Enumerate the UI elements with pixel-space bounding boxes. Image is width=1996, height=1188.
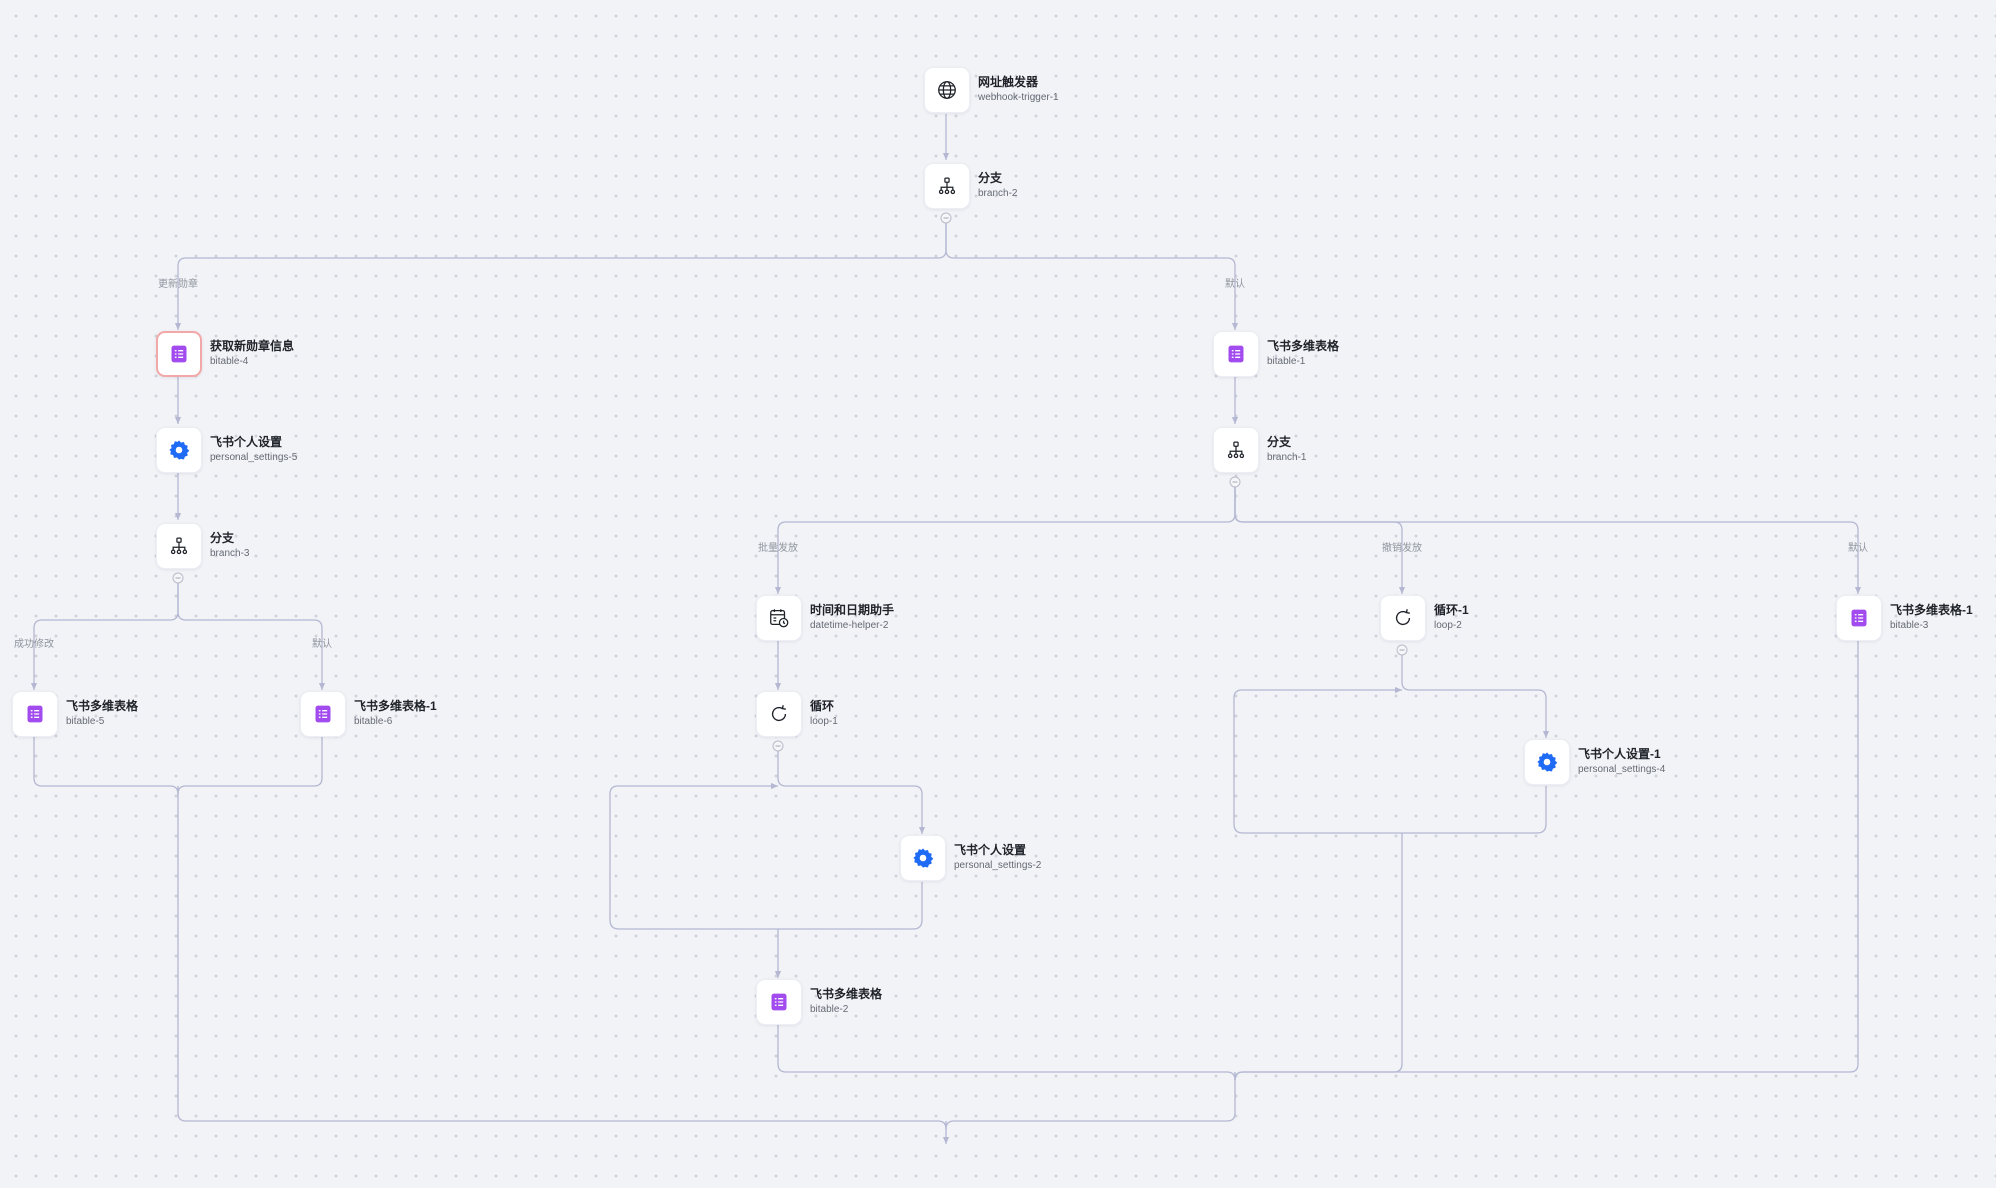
node-subtitle: bitable-5 — [66, 716, 105, 727]
bitable-icon — [12, 691, 58, 737]
node-title: 时间和日期助手 — [810, 603, 895, 617]
collapse-toggle-branch2[interactable] — [940, 212, 952, 224]
edge-bitable5-merge — [33, 736, 179, 795]
node-subtitle: bitable-4 — [210, 356, 249, 367]
collapse-toggle-branch1[interactable] — [1229, 476, 1241, 488]
edge-label-revoke-issue: 撤销发放 — [1382, 543, 1422, 554]
edge-right-down — [945, 1072, 1236, 1130]
edge-bitable2-merge — [777, 1024, 1236, 1081]
edge-loop2-return — [1233, 686, 1547, 834]
loop-icon — [756, 691, 802, 737]
node-title: 飞书个人设置 — [210, 435, 283, 449]
node-bitable-2[interactable]: 飞书多维表格 bitable-2 — [756, 979, 1086, 1027]
calendar-clock-icon — [756, 595, 802, 641]
node-subtitle: personal_settings-2 — [954, 860, 1042, 871]
bitable-icon — [1213, 331, 1259, 377]
edge-branch1-mid — [1234, 486, 1406, 594]
node-subtitle: loop-1 — [810, 716, 838, 727]
node-subtitle: bitable-6 — [354, 716, 393, 727]
gear-icon — [900, 835, 946, 881]
node-bitable-6[interactable]: 飞书多维表格-1 bitable-6 — [300, 691, 630, 739]
node-personal_settings-2[interactable]: 飞书个人设置 personal_settings-2 — [900, 835, 1230, 883]
bitable-icon — [756, 979, 802, 1025]
node-title: 获取新勋章信息 — [210, 339, 295, 353]
node-title: 飞书个人设置-1 — [1578, 747, 1661, 761]
node-title: 飞书多维表格 — [1267, 339, 1340, 353]
gear-icon — [1524, 739, 1570, 785]
node-subtitle: bitable-3 — [1890, 620, 1929, 631]
node-bitable-4[interactable]: 获取新勋章信息 bitable-4 — [156, 331, 486, 379]
node-subtitle: bitable-2 — [810, 1004, 849, 1015]
node-subtitle: personal_settings-5 — [210, 452, 298, 463]
node-bitable-5[interactable]: 飞书多维表格 bitable-5 — [12, 691, 342, 739]
node-branch-1[interactable]: 分支 branch-1 — [1213, 427, 1543, 475]
node-bitable-1[interactable]: 飞书多维表格 bitable-1 — [1213, 331, 1543, 379]
node-title: 飞书个人设置 — [954, 843, 1027, 857]
edge-branch1-left — [774, 486, 1236, 594]
node-subtitle: bitable-1 — [1267, 356, 1306, 367]
node-subtitle: branch-2 — [978, 188, 1018, 199]
edge-label-update-badge: 更新勋章 — [158, 279, 198, 290]
edge-loop2-merge — [1234, 833, 1403, 1081]
node-loop-1[interactable]: 循环 loop-1 — [756, 691, 1086, 739]
branch-icon — [924, 163, 970, 209]
edge-branch2-right — [945, 218, 1239, 330]
node-personal_settings-4[interactable]: 飞书个人设置-1 personal_settings-4 — [1524, 739, 1854, 787]
edge-loop1-body — [777, 750, 926, 834]
node-personal_settings-5[interactable]: 飞书个人设置 personal_settings-5 — [156, 427, 486, 475]
edge-bitable6-merge — [177, 736, 323, 795]
globe-icon — [924, 67, 970, 113]
node-webhook-trigger-1[interactable]: 网址触发器 webhook-trigger-1 — [924, 67, 1254, 115]
edge-label-default-top: 默认 — [1225, 279, 1245, 290]
node-subtitle: datetime-helper-2 — [810, 620, 889, 631]
node-bitable-3[interactable]: 飞书多维表格-1 bitable-3 — [1836, 595, 1991, 643]
node-title: 循环 — [810, 699, 835, 713]
bitable-icon — [1836, 595, 1882, 641]
node-title: 循环-1 — [1434, 603, 1469, 617]
edge-label-default-branch3: 默认 — [312, 639, 332, 650]
node-subtitle: branch-1 — [1267, 452, 1307, 463]
node-subtitle: branch-3 — [210, 548, 250, 559]
node-datetime-helper-2[interactable]: 时间和日期助手 datetime-helper-2 — [756, 595, 1086, 643]
node-title: 飞书多维表格 — [66, 699, 139, 713]
edge-loop2-body — [1401, 654, 1550, 738]
node-subtitle: loop-2 — [1434, 620, 1462, 631]
node-title: 分支 — [1267, 435, 1292, 449]
edge-branch1-right — [1234, 486, 1862, 594]
collapse-toggle-loop1[interactable] — [772, 740, 784, 752]
node-subtitle: webhook-trigger-1 — [978, 92, 1059, 103]
node-title: 分支 — [978, 171, 1003, 185]
edge-branch2-left — [174, 218, 947, 330]
edge-label-default-branch1: 默认 — [1848, 543, 1868, 554]
bitable-icon — [300, 691, 346, 737]
node-title: 飞书多维表格 — [810, 987, 883, 1001]
loop-icon — [1380, 595, 1426, 641]
collapse-toggle-branch3[interactable] — [172, 572, 184, 584]
node-subtitle: personal_settings-4 — [1578, 764, 1666, 775]
node-branch-2[interactable]: 分支 branch-2 — [924, 163, 1254, 211]
edge-branch3-right — [177, 582, 326, 690]
edge-left-down — [177, 786, 947, 1130]
collapse-toggle-loop2[interactable] — [1396, 644, 1408, 656]
branch-icon — [156, 523, 202, 569]
edge-label-success: 成功修改 — [14, 639, 54, 650]
node-title: 分支 — [210, 531, 235, 545]
branch-icon — [1213, 427, 1259, 473]
node-title: 飞书多维表格-1 — [354, 699, 437, 713]
node-title: 网址触发器 — [978, 75, 1039, 89]
node-title: 飞书多维表格-1 — [1890, 603, 1973, 617]
bitable-icon — [156, 331, 202, 377]
node-branch-3[interactable]: 分支 branch-3 — [156, 523, 486, 571]
node-loop-2[interactable]: 循环-1 loop-2 — [1380, 595, 1710, 643]
edge-loop1-return — [609, 782, 923, 930]
edge-label-batch-issue: 批量发放 — [758, 543, 798, 554]
gear-icon — [156, 427, 202, 473]
edge-branch3-left — [30, 582, 179, 690]
